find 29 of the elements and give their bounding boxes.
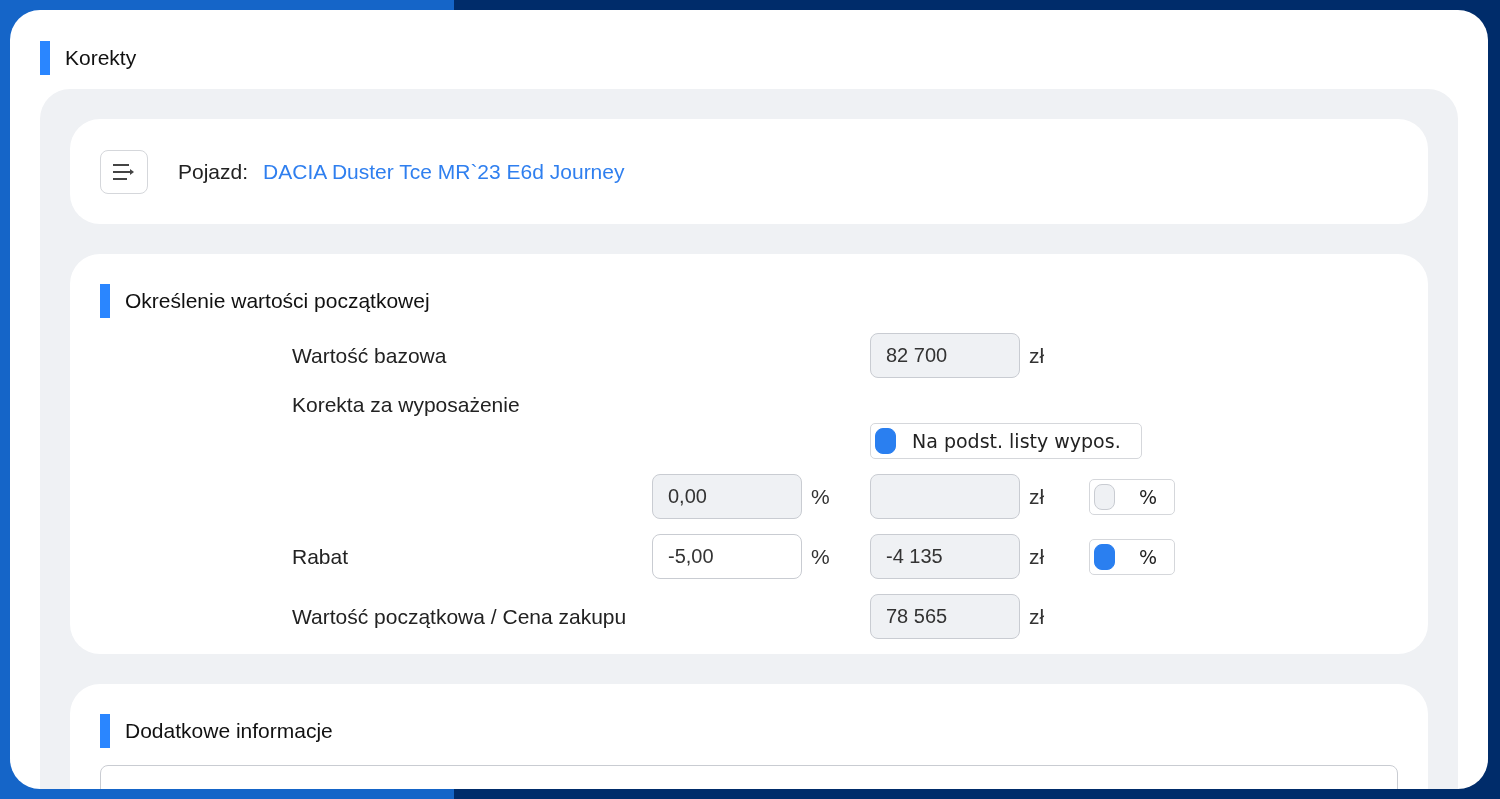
- unit-label: %: [811, 484, 830, 508]
- unit-label: zł: [1029, 484, 1045, 508]
- toggle-button[interactable]: Na podst. listy wypos.: [870, 423, 1142, 459]
- toggle-button[interactable]: %: [1089, 538, 1175, 575]
- unit-label: %: [811, 544, 830, 568]
- section-title: Dodatkowe informacje: [125, 719, 333, 743]
- field-label: Wartość bazowa: [292, 343, 447, 367]
- amount-field[interactable]: [870, 474, 1020, 519]
- field-label: Wartość początkowa / Cena zakupu: [292, 604, 627, 628]
- field-label: Rabat: [292, 544, 349, 568]
- unit-label: zł: [1029, 343, 1045, 367]
- unit-label: zł: [1029, 544, 1045, 568]
- percent-field[interactable]: 0,00: [652, 474, 802, 519]
- percent-field[interactable]: -5,00: [652, 534, 802, 579]
- amount-field[interactable]: 78 565: [870, 594, 1020, 639]
- field-label: Korekta za wyposażenie: [292, 393, 520, 416]
- section-title: Określenie wartości początkowej: [125, 289, 430, 313]
- accent-bar: [40, 40, 50, 75]
- accent-bar: [100, 714, 110, 748]
- accent-bar: [100, 284, 110, 318]
- amount-field[interactable]: -4 135: [870, 534, 1020, 579]
- unit-label: zł: [1029, 604, 1045, 628]
- toggle-button[interactable]: %: [1089, 478, 1175, 515]
- vehicle-label: Pojazd:: [178, 159, 249, 184]
- amount-field[interactable]: 82 700: [870, 333, 1020, 378]
- vehicle-link[interactable]: DACIA Duster Tce MR`23 E6d Journey: [263, 159, 625, 184]
- menu-button[interactable]: [100, 149, 148, 194]
- menu-arrow-icon: [112, 162, 136, 181]
- page-title: Korekty: [65, 45, 137, 70]
